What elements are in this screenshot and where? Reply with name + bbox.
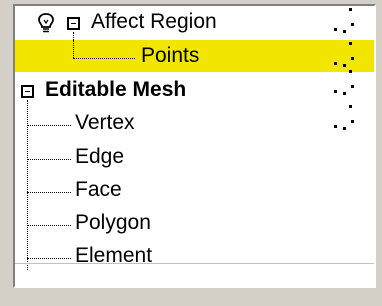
sub-object-vertex[interactable]: Vertex [15, 105, 374, 139]
sub-object-element[interactable]: Element [15, 240, 374, 272]
lightbulb-icon[interactable] [37, 12, 55, 34]
sub-object-edge[interactable]: Edge [15, 141, 374, 173]
panel-divider [15, 263, 374, 264]
modifier-dots-icon [331, 8, 357, 34]
sub-object-label: Vertex [75, 111, 135, 134]
modifier-stack-panel: Affect Region Points Editable Mesh Verte… [13, 4, 376, 288]
sub-object-label: Element [75, 244, 153, 267]
sub-object-label: Face [75, 178, 122, 201]
collapse-toggle-icon[interactable] [67, 17, 80, 30]
tree-connector [27, 225, 71, 226]
stack-item-label: Affect Region [91, 10, 217, 33]
stack-item-label: Editable Mesh [45, 78, 187, 101]
tree-connector [27, 192, 71, 193]
tree-connector [27, 258, 71, 259]
modifier-dots-icon [331, 42, 357, 68]
collapse-toggle-icon[interactable] [21, 85, 34, 98]
sub-object-label: Polygon [75, 211, 151, 234]
modifier-dots-icon [331, 70, 357, 96]
modifier-dots-icon [331, 105, 357, 131]
tree-connector [73, 58, 135, 59]
tree-connector [73, 40, 74, 58]
stack-item-points[interactable]: Points [15, 40, 374, 72]
sub-object-polygon[interactable]: Polygon [15, 207, 374, 239]
stack-item-affect-region[interactable]: Affect Region [15, 6, 374, 38]
stack-item-label: Points [141, 44, 200, 67]
stack-item-editable-mesh[interactable]: Editable Mesh [15, 70, 374, 106]
tree-connector [27, 159, 71, 160]
sub-object-label: Edge [75, 145, 125, 168]
sub-object-face[interactable]: Face [15, 174, 374, 206]
tree-connector [27, 125, 71, 126]
